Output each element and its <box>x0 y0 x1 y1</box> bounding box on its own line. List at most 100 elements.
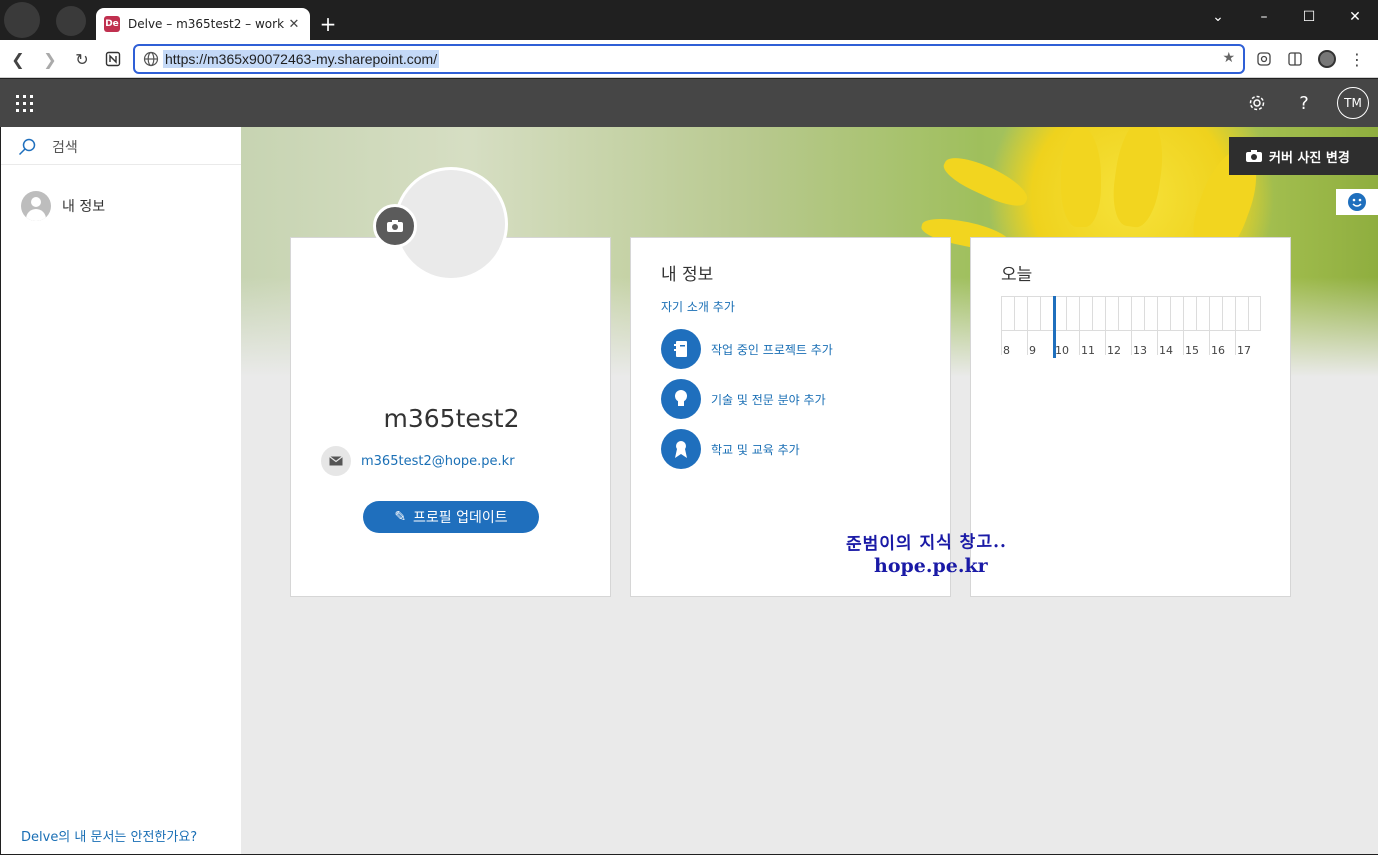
add-projects-row[interactable]: 작업 중인 프로젝트 추가 <box>661 329 833 369</box>
browser-profile-icon[interactable] <box>1315 47 1339 71</box>
search-box[interactable]: 검색 <box>1 127 241 165</box>
hour-label: 17 <box>1237 344 1251 357</box>
timeline-cell <box>1001 296 1014 330</box>
envelope-icon <box>321 446 351 476</box>
hour-label: 14 <box>1159 344 1173 357</box>
hour-tick <box>1131 331 1132 355</box>
nav-item-me[interactable]: 내 정보 <box>21 191 105 221</box>
close-tab-icon[interactable]: ✕ <box>286 17 302 32</box>
active-tab[interactable]: De Delve – m365test2 – work ✕ <box>96 8 310 40</box>
main-content: 커버 사진 변경 m365test2 m365test2@hope.pe.kr … <box>241 127 1378 854</box>
pencil-icon: ✎ <box>394 509 407 525</box>
current-time-marker <box>1053 296 1056 358</box>
timeline-cell <box>1248 296 1261 330</box>
today-title: 오늘 <box>1001 265 1033 285</box>
timeline-cell <box>1092 296 1105 330</box>
update-profile-button[interactable]: ✎ 프로필 업데이트 <box>363 501 539 533</box>
change-photo-camera-icon[interactable] <box>373 204 417 248</box>
hour-tick <box>1235 331 1236 355</box>
about-card: 내 정보 자기 소개 추가 작업 중인 프로젝트 추가 기술 및 전문 분야 추… <box>630 237 951 597</box>
reload-icon[interactable]: ↻ <box>70 47 94 71</box>
about-title: 내 정보 <box>661 265 714 285</box>
hour-tick <box>1079 331 1080 355</box>
new-tab-button[interactable]: + <box>316 12 340 36</box>
profile-card: m365test2 m365test2@hope.pe.kr ✎ 프로필 업데이… <box>290 237 611 597</box>
timeline-cell <box>1040 296 1053 330</box>
change-cover-button[interactable]: 커버 사진 변경 <box>1229 137 1378 175</box>
documents-safe-link[interactable]: Delve의 내 문서는 안전한가요? <box>21 826 197 845</box>
ghost-avatar-icon <box>4 2 40 38</box>
person-avatar-icon <box>21 191 51 221</box>
browser-tab-strip: De Delve – m365test2 – work ✕ + ⌄ – ☐ ✕ <box>0 0 1378 40</box>
email-link[interactable]: m365test2@hope.pe.kr <box>361 454 515 469</box>
screenshot-icon[interactable] <box>1252 47 1276 71</box>
timeline-cell <box>1079 296 1092 330</box>
feedback-button[interactable] <box>1336 189 1378 215</box>
hour-tick <box>1001 331 1002 355</box>
account-avatar[interactable]: TM <box>1337 87 1369 119</box>
close-window-button[interactable]: ✕ <box>1332 0 1378 34</box>
app-launcher-icon[interactable] <box>16 95 33 112</box>
email-row: m365test2@hope.pe.kr <box>321 446 515 476</box>
add-education-label: 학교 및 교육 추가 <box>711 442 800 457</box>
hour-label: 8 <box>1003 344 1010 357</box>
add-intro-link[interactable]: 자기 소개 추가 <box>661 298 735 315</box>
tab-title: Delve – m365test2 – work <box>128 17 285 31</box>
maximize-button[interactable]: ☐ <box>1286 0 1332 34</box>
ghost-avatar-icon <box>56 6 86 36</box>
profile-decoration <box>4 2 94 40</box>
notebook-icon <box>661 329 701 369</box>
lightbulb-icon <box>661 379 701 419</box>
more-menu-icon[interactable]: ⋮ <box>1345 47 1369 71</box>
hour-tick <box>1105 331 1106 355</box>
search-placeholder: 검색 <box>52 140 78 156</box>
favorite-icon[interactable]: ★ <box>1222 50 1235 66</box>
timeline-cell <box>1014 296 1027 330</box>
address-bar[interactable]: https://m365x90072463-my.sharepoint.com/… <box>133 44 1245 74</box>
hour-tick <box>1157 331 1158 355</box>
minimize-button[interactable]: – <box>1241 0 1287 34</box>
timeline-cell <box>1066 296 1079 330</box>
hour-tick <box>1209 331 1210 355</box>
browser-toolbar: ❮ ❯ ↻ https://m365x90072463-my.sharepoin… <box>0 40 1378 78</box>
timeline-cell <box>1222 296 1235 330</box>
timeline-cell <box>1183 296 1196 330</box>
left-navigation: 검색 내 정보 Delve의 내 문서는 안전한가요? <box>1 127 241 854</box>
hour-label: 13 <box>1133 344 1147 357</box>
back-icon[interactable]: ❮ <box>6 47 30 71</box>
help-icon[interactable]: ? <box>1292 91 1316 115</box>
timeline-cell <box>1144 296 1157 330</box>
hour-tick <box>1183 331 1184 355</box>
update-profile-label: 프로필 업데이트 <box>413 510 508 526</box>
timeline-cell <box>1027 296 1040 330</box>
add-skills-row[interactable]: 기술 및 전문 분야 추가 <box>661 379 826 419</box>
timeline-cell <box>1118 296 1131 330</box>
camera-icon <box>1246 150 1262 162</box>
delve-favicon-icon: De <box>104 16 120 32</box>
timeline-cell <box>1196 296 1209 330</box>
add-education-row[interactable]: 학교 및 교육 추가 <box>661 429 800 469</box>
hour-label: 15 <box>1185 344 1199 357</box>
nav-item-me-label: 내 정보 <box>62 199 106 215</box>
hour-label: 12 <box>1107 344 1121 357</box>
url-text[interactable]: https://m365x90072463-my.sharepoint.com/ <box>163 50 440 68</box>
profile-name: m365test2 <box>383 404 520 433</box>
settings-gear-icon[interactable] <box>1245 91 1269 115</box>
notion-extension-icon[interactable] <box>101 47 125 71</box>
hour-label: 10 <box>1055 344 1069 357</box>
tab-search-icon[interactable]: ⌄ <box>1195 0 1241 34</box>
hour-tick <box>1027 331 1028 355</box>
add-skills-label: 기술 및 전문 분야 추가 <box>711 392 826 407</box>
add-projects-label: 작업 중인 프로젝트 추가 <box>711 342 833 357</box>
forward-icon[interactable]: ❯ <box>38 47 62 71</box>
search-icon <box>18 138 36 156</box>
timeline-cell <box>1170 296 1183 330</box>
hour-label: 16 <box>1211 344 1225 357</box>
smiley-icon <box>1348 193 1366 211</box>
timeline-cell <box>1235 296 1248 330</box>
split-screen-icon[interactable] <box>1283 47 1307 71</box>
timeline-cell <box>1157 296 1170 330</box>
timeline-cell <box>1209 296 1222 330</box>
day-timeline: 8 9 10 11 12 13 14 15 16 17 <box>1001 296 1261 358</box>
change-cover-label: 커버 사진 변경 <box>1269 150 1350 166</box>
